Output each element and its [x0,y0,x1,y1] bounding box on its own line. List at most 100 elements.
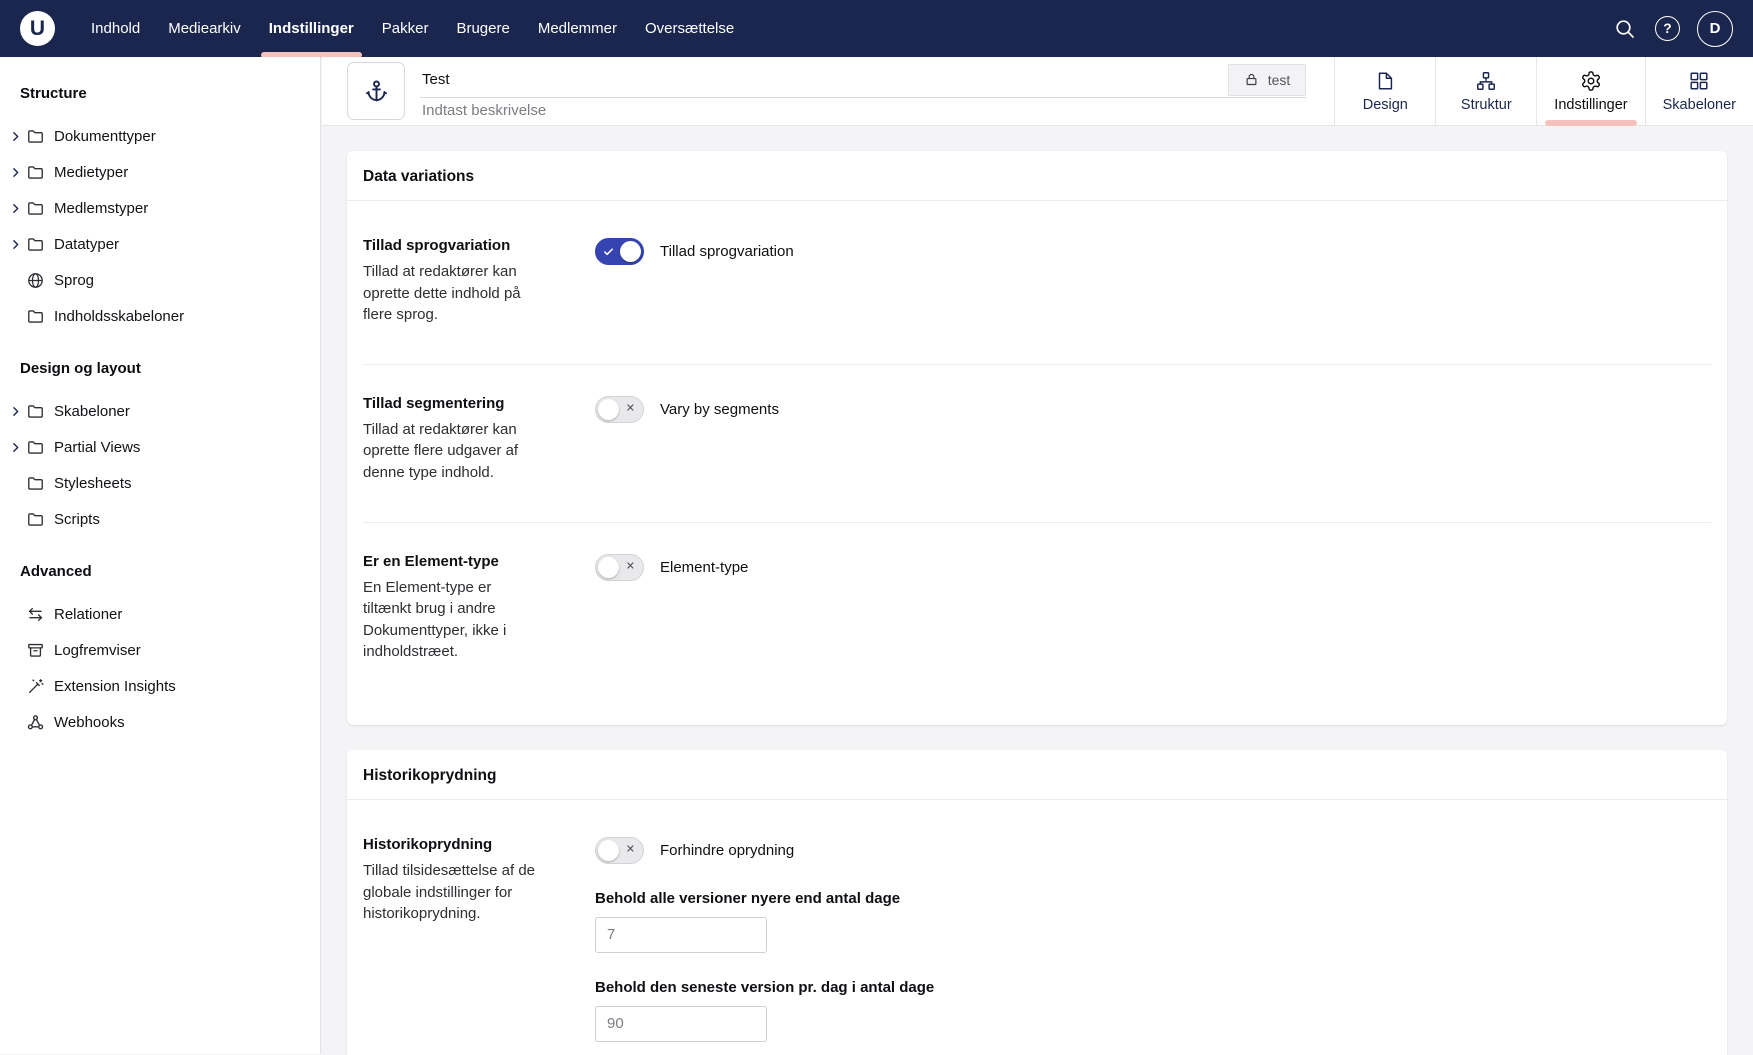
sidebar-item-datatyper[interactable]: Datatyper [0,226,320,262]
sidebar-item-webhooks[interactable]: Webhooks [0,704,320,740]
nav-item-medlemmer[interactable]: Medlemmer [524,0,631,57]
sidebar-item-label: Medietyper [54,165,128,180]
grid-icon [1688,70,1710,92]
sidebar-item-label: Extension Insights [54,679,176,694]
card-title: Data variations [347,151,1727,201]
chevron-right-icon[interactable] [9,165,24,179]
sidebar-item-label: Logfremviser [54,643,141,658]
sidebar-section-design-og-layout: Design og layout Skabeloner Partial View… [0,360,320,537]
latest-version-input[interactable] [595,1006,767,1042]
card-data-variations: Data variations Tillad sprogvariation Ti… [347,151,1727,725]
chevron-right-icon[interactable] [9,129,24,143]
toggle-element-type[interactable]: ✕ [595,554,644,581]
sidebar-item-indholdsskabeloner[interactable]: Indholdsskabeloner [0,298,320,334]
nav-item-indhold[interactable]: Indhold [77,0,154,57]
toggle-label: Vary by segments [660,401,779,418]
sidebar-item-extension-insights[interactable]: Extension Insights [0,668,320,704]
tab-design[interactable]: Design [1334,57,1435,125]
tab-label: Indstillinger [1554,97,1627,113]
description-input[interactable] [420,98,1306,119]
sidebar-item-stylesheets[interactable]: Stylesheets [0,465,320,501]
globe-icon [26,271,45,290]
folder-icon [26,438,45,457]
nav-item-indstillinger[interactable]: Indstillinger [255,0,368,57]
setting-description: Tillad at redaktører kan oprette dette i… [363,261,541,326]
check-icon [603,246,614,257]
toggle-knob [598,840,619,861]
card-historikoprydning: Historikoprydning Historikoprydning Till… [347,750,1727,1055]
toggle-sprogvariation[interactable]: ✕ [595,238,644,265]
x-icon: ✕ [626,845,635,856]
setting-row-segmentering: Tillad segmentering Tillad at redaktører… [347,365,1727,522]
alias-lock-badge[interactable]: test [1228,64,1307,96]
toggle-label: Element-type [660,559,748,576]
hierarchy-icon [1475,70,1497,92]
workspace: test Design Struktur [322,57,1753,1054]
x-icon: ✕ [626,562,635,573]
workspace-header: test Design Struktur [322,57,1753,126]
sidebar-item-label: Webhooks [54,715,125,730]
settings-tree-sidebar: Structure Dokumenttyper Medietyper Medle… [0,57,321,1054]
help-icon[interactable]: ? [1655,16,1680,41]
toggle-segmentering[interactable]: ✕ [595,396,644,423]
sidebar-item-skabeloner[interactable]: Skabeloner [0,393,320,429]
sidebar-item-label: Relationer [54,607,122,622]
name-input[interactable] [420,66,1228,94]
setting-description: En Element-type er tiltænkt brug i andre… [363,577,541,663]
lock-icon [1244,72,1259,87]
gear-icon [1580,70,1602,92]
section-nav: Indhold Mediearkiv Indstillinger Pakker … [77,0,748,57]
sidebar-item-dokumenttyper[interactable]: Dokumenttyper [0,118,320,154]
umbraco-logo-icon: U [20,11,55,46]
sidebar-heading: Structure [0,85,320,102]
versions-newer-input[interactable] [595,917,767,953]
sidebar-item-medietyper[interactable]: Medietyper [0,154,320,190]
nav-item-brugere[interactable]: Brugere [442,0,523,57]
folder-icon [26,307,45,326]
tab-struktur[interactable]: Struktur [1435,57,1536,125]
toggle-knob [598,399,619,420]
toggle-forhindre-oprydning[interactable]: ✕ [595,837,644,864]
folder-icon [26,474,45,493]
nav-item-oversaettelse[interactable]: Oversættelse [631,0,748,57]
folder-icon [26,163,45,182]
sidebar-item-sprog[interactable]: Sprog [0,262,320,298]
setting-label: Historikoprydning [363,836,571,853]
setting-label: Tillad segmentering [363,395,571,412]
sidebar-item-label: Dokumenttyper [54,129,156,144]
toggle-knob [598,557,619,578]
search-icon[interactable] [1612,16,1638,42]
sidebar-item-label: Partial Views [54,440,140,455]
chevron-right-icon[interactable] [9,237,24,251]
swap-arrows-icon [26,605,45,624]
nav-item-mediearkiv[interactable]: Mediearkiv [154,0,255,57]
user-avatar[interactable]: D [1697,11,1733,47]
tab-indstillinger[interactable]: Indstillinger [1536,57,1644,125]
setting-row-element-type: Er en Element-type En Element-type er ti… [347,523,1727,721]
tab-skabeloner[interactable]: Skabeloner [1645,57,1753,125]
magic-wand-icon [26,677,45,696]
folder-icon [26,235,45,254]
toggle-knob [620,241,641,262]
tab-label: Struktur [1461,97,1512,113]
setting-description: Tillad tilsidesættelse af de globale ind… [363,860,541,925]
sidebar-item-label: Scripts [54,512,100,527]
sidebar-item-label: Stylesheets [54,476,132,491]
setting-label: Tillad sprogvariation [363,237,571,254]
chevron-right-icon[interactable] [9,404,24,418]
sidebar-item-partial-views[interactable]: Partial Views [0,429,320,465]
sidebar-item-label: Indholdsskabeloner [54,309,184,324]
sidebar-item-relationer[interactable]: Relationer [0,596,320,632]
sidebar-item-scripts[interactable]: Scripts [0,501,320,537]
sidebar-item-medlemstyper[interactable]: Medlemstyper [0,190,320,226]
setting-description: Tillad at redaktører kan oprette flere u… [363,419,541,484]
document-icon [1374,70,1396,92]
chevron-right-icon[interactable] [9,440,24,454]
chevron-right-icon[interactable] [9,201,24,215]
entity-icon-button[interactable] [347,62,405,120]
sidebar-heading: Advanced [0,563,320,580]
sidebar-item-logfremviser[interactable]: Logfremviser [0,632,320,668]
nav-item-pakker[interactable]: Pakker [368,0,443,57]
sidebar-section-structure: Structure Dokumenttyper Medietyper Medle… [0,85,320,334]
setting-row-sprogvariation: Tillad sprogvariation Tillad at redaktør… [347,207,1727,364]
